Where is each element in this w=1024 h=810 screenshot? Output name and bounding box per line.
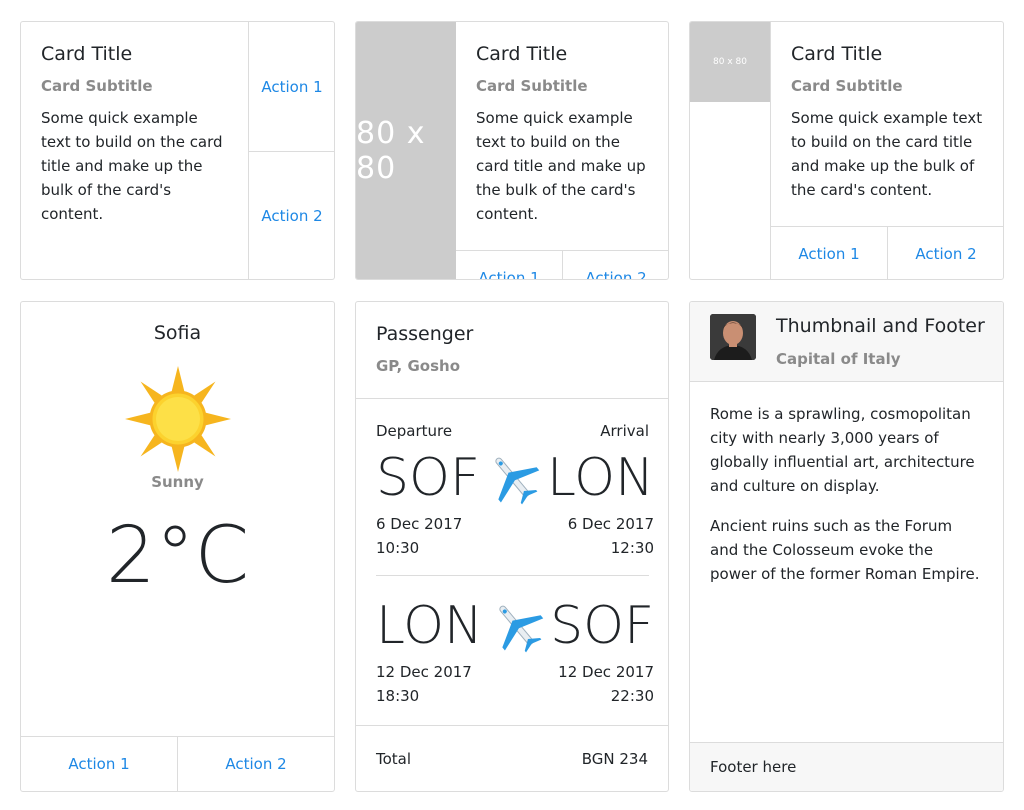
card-title: Card Title	[41, 43, 133, 65]
departure-info: 12 Dec 2017 18:30	[376, 660, 472, 708]
action-2-button[interactable]: Action 2	[562, 251, 668, 279]
card-media-placeholder: 80 x 80	[690, 22, 770, 102]
departure-label: Departure	[376, 422, 453, 440]
arrival-info: 12 Dec 2017 22:30	[558, 660, 654, 708]
card-media-text: 80 x 80 Card Title Card Subtitle Some qu…	[355, 21, 669, 280]
card-paragraph: Ancient ruins such as the Forum and the …	[710, 517, 980, 583]
arrival-date: 6 Dec 2017	[567, 515, 654, 533]
weather-condition: Sunny	[151, 473, 204, 491]
card-text: Some quick example text to build on the …	[791, 109, 983, 199]
card-body: Card Title Card Subtitle Some quick exam…	[21, 22, 249, 279]
card-subtitle: Card Subtitle	[41, 77, 153, 95]
flight-labels: Departure Arrival	[376, 422, 649, 440]
card-actions: Action 1 Action 2	[249, 22, 334, 279]
action-1-button[interactable]: Action 1	[21, 737, 177, 791]
card-paragraph: Rome is a sprawling, cosmopolitan city w…	[710, 405, 975, 495]
card-title: Card Title	[791, 43, 883, 65]
card-text: Some quick example text to build on the …	[476, 109, 646, 223]
divider	[376, 575, 649, 576]
weather-temperature: 2°C	[105, 511, 250, 601]
passenger-title: Passenger	[376, 323, 474, 345]
total-value: BGN 234	[581, 749, 648, 768]
card-media-placeholder: 80 x 80	[356, 22, 456, 279]
card-title: Card Title	[476, 43, 568, 65]
airplane-icon	[488, 597, 546, 655]
avatar	[710, 314, 756, 360]
card-body: Rome is a sprawling, cosmopolitan city w…	[690, 382, 1003, 622]
thumbnail-footer-card: Thumbnail and Footer Capital of Italy Ro…	[689, 301, 1004, 792]
arrival-time: 12:30	[610, 539, 654, 557]
card-header: Thumbnail and Footer Capital of Italy	[690, 302, 1003, 382]
departure-time: 18:30	[376, 687, 420, 705]
card-body: Card Title Card Subtitle Some quick exam…	[771, 22, 1003, 222]
card-subtitle: Capital of Italy	[776, 350, 901, 368]
arrival-date: 12 Dec 2017	[558, 663, 654, 681]
card-media-column: 80 x 80	[690, 22, 771, 279]
card-footer: Footer here	[690, 742, 1003, 791]
destination-code: SOF	[550, 596, 654, 656]
flight-leg: LON SOF 12 Dec 2017 18:30 12 Dec 2017 22…	[376, 596, 654, 708]
card-subtitle: Card Subtitle	[476, 77, 588, 95]
arrival-label: Arrival	[600, 422, 649, 440]
total-label: Total	[376, 749, 412, 768]
action-1-button[interactable]: Action 1	[456, 251, 562, 279]
flight-card: Passenger GP, Gosho Departure Arrival SO…	[355, 301, 669, 792]
action-1-button[interactable]: Action 1	[771, 227, 887, 279]
weather-city: Sofia	[153, 322, 202, 344]
card-title: Thumbnail and Footer	[776, 315, 985, 337]
destination-code: LON	[547, 448, 654, 508]
departure-time: 10:30	[376, 539, 420, 557]
action-2-button[interactable]: Action 2	[177, 737, 334, 791]
origin-code: LON	[376, 596, 483, 656]
card-thumb-text: 80 x 80 Card Title Card Subtitle Some qu…	[689, 21, 1004, 280]
action-2-button[interactable]: Action 2	[887, 227, 1003, 279]
departure-info: 6 Dec 2017 10:30	[376, 512, 462, 560]
card-subtitle: Card Subtitle	[791, 77, 903, 95]
sun-icon	[123, 364, 233, 474]
flight-footer: Total BGN 234	[356, 725, 668, 791]
weather-card: Sofia Sunny 2°C Action 1 Action 2	[20, 301, 335, 792]
origin-code: SOF	[376, 448, 480, 508]
card-text: Some quick example text to build on the …	[41, 109, 223, 223]
arrival-time: 22:30	[610, 687, 654, 705]
flight-header: Passenger GP, Gosho	[356, 302, 668, 399]
departure-date: 6 Dec 2017	[376, 515, 463, 533]
card-actions: Action 1 Action 2	[771, 226, 1003, 279]
action-1-button[interactable]: Action 1	[249, 22, 334, 152]
card-body: Card Title Card Subtitle Some quick exam…	[456, 22, 668, 246]
flight-leg: SOF LON 6 Dec 2017 10:30 6 Dec 2017 12:3…	[376, 448, 654, 560]
card-actions: Action 1 Action 2	[456, 250, 668, 279]
card-text-actions: Card Title Card Subtitle Some quick exam…	[20, 21, 335, 280]
passenger-name: GP, Gosho	[376, 357, 461, 375]
departure-date: 12 Dec 2017	[376, 663, 472, 681]
airplane-icon	[484, 449, 542, 507]
arrival-info: 6 Dec 2017 12:30	[568, 512, 654, 560]
action-2-button[interactable]: Action 2	[249, 152, 334, 279]
card-actions: Action 1 Action 2	[21, 736, 334, 791]
